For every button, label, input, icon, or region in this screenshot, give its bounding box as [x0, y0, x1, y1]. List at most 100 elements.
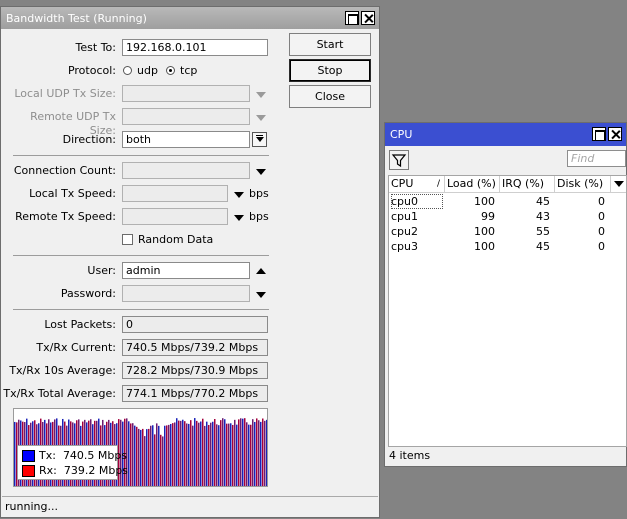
txrx-10s-average-value: 728.2 Mbps/730.9 Mbps [122, 362, 268, 379]
filter-button[interactable] [389, 150, 409, 170]
chevron-up-icon[interactable] [256, 268, 266, 274]
tx-legend-label: Tx: [39, 449, 56, 462]
graph-bar [160, 434, 162, 486]
remote-udp-tx-size-input[interactable] [122, 108, 250, 125]
graph-bar [150, 425, 152, 486]
graph-bar [242, 418, 244, 486]
graph-bar [144, 436, 146, 486]
bandwidth-test-titlebar[interactable]: Bandwidth Test (Running) [1, 7, 379, 29]
item-count: 4 items [389, 449, 431, 462]
graph-bar [230, 423, 232, 486]
graph-bar [260, 421, 262, 486]
stop-button[interactable]: Stop [289, 59, 371, 82]
local-tx-speed-input[interactable] [122, 185, 228, 202]
graph-bar [208, 424, 210, 486]
graph-bar [182, 419, 184, 486]
graph-bar [232, 424, 234, 486]
graph-bar [228, 423, 230, 486]
protocol-udp-radio[interactable] [123, 66, 132, 75]
cell-cpu: cpu3 [391, 240, 419, 253]
chevron-down-icon[interactable] [256, 92, 266, 98]
filter-icon [391, 154, 407, 168]
graph-bar [216, 424, 218, 486]
column-menu-button[interactable] [611, 176, 626, 192]
chevron-down-icon[interactable] [256, 115, 266, 121]
local-tx-speed-label: Local Tx Speed: [29, 187, 116, 200]
cell-load: 100 [474, 225, 495, 238]
test-to-label: Test To: [75, 41, 116, 54]
cpu-window: CPU Find CPU / Load (%) IRQ (%) Disk (%)… [384, 122, 627, 467]
table-row[interactable]: cpu2 100 55 0 [389, 224, 626, 239]
cell-load: 100 [474, 240, 495, 253]
table-header: CPU / Load (%) IRQ (%) Disk (%) [389, 176, 626, 193]
graph-bar [156, 423, 158, 486]
graph-bar [264, 420, 266, 486]
column-header-disk[interactable]: Disk (%) [555, 176, 611, 192]
table-row[interactable]: cpu0 100 45 0 [389, 194, 626, 209]
window-title: CPU [390, 128, 413, 141]
cell-irq: 43 [536, 210, 550, 223]
table-row[interactable]: cpu1 99 43 0 [389, 209, 626, 224]
lost-packets-value: 0 [122, 316, 268, 333]
start-button[interactable]: Start [289, 33, 371, 56]
tx-legend-text: Tx: 740.5 Mbps [39, 449, 127, 463]
lost-packets-label: Lost Packets: [44, 318, 116, 331]
graph-bar [142, 428, 144, 486]
graph-bar [184, 421, 186, 486]
chevron-down-icon[interactable] [234, 192, 244, 198]
graph-bar [236, 424, 238, 486]
graph-bar [250, 424, 252, 486]
graph-bar [222, 418, 224, 486]
chevron-down-icon[interactable] [256, 169, 266, 175]
close-icon[interactable] [608, 127, 622, 141]
graph-bar [136, 426, 138, 486]
protocol-tcp-label: tcp [180, 64, 198, 77]
user-input[interactable]: admin [122, 262, 250, 279]
cell-disk: 0 [598, 195, 605, 208]
local-udp-tx-size-input[interactable] [122, 85, 250, 102]
graph-bar [262, 418, 264, 486]
graph-bar [178, 420, 180, 486]
graph-bar [198, 422, 200, 486]
direction-select[interactable]: both [122, 131, 250, 148]
close-button[interactable]: Close [289, 85, 371, 108]
graph-bar [258, 420, 260, 486]
graph-bar [158, 425, 160, 486]
graph-bar [146, 429, 148, 486]
protocol-tcp-radio[interactable] [166, 66, 175, 75]
dropdown-button-icon[interactable] [252, 132, 267, 147]
graph-bar [180, 420, 182, 486]
column-header-load[interactable]: Load (%) [445, 176, 500, 192]
table-row[interactable]: cpu3 100 45 0 [389, 239, 626, 254]
graph-bar [192, 425, 194, 486]
chevron-down-icon[interactable] [234, 215, 244, 221]
remote-tx-speed-input[interactable] [122, 208, 228, 225]
graph-bar [246, 422, 248, 486]
graph-bar [140, 429, 142, 486]
graph-bar [134, 425, 136, 486]
maximize-icon[interactable] [345, 11, 359, 25]
graph-bar [166, 425, 168, 486]
cell-cpu: cpu0 [391, 194, 443, 209]
column-header-irq[interactable]: IRQ (%) [500, 176, 555, 192]
connection-count-input[interactable] [122, 162, 250, 179]
chevron-down-icon[interactable] [256, 292, 266, 298]
test-to-input[interactable]: 192.168.0.101 [122, 39, 268, 56]
protocol-udp-label: udp [137, 64, 158, 77]
cell-cpu: cpu2 [391, 225, 419, 238]
find-input[interactable]: Find [567, 150, 626, 167]
close-icon[interactable] [361, 11, 375, 25]
graph-bar [174, 422, 176, 486]
cpu-table: CPU / Load (%) IRQ (%) Disk (%) cpu0 100 4… [388, 175, 627, 447]
cpu-titlebar[interactable]: CPU [385, 123, 626, 146]
random-data-checkbox[interactable] [122, 234, 133, 245]
tx-legend-swatch [22, 450, 35, 462]
user-label: User: [87, 264, 116, 277]
maximize-icon[interactable] [592, 127, 606, 141]
column-header-cpu[interactable]: CPU / [389, 176, 445, 192]
tx-legend-value: 740.5 Mbps [62, 449, 128, 462]
graph-bar [210, 422, 212, 486]
graph-bar [190, 420, 192, 486]
password-input[interactable] [122, 285, 250, 302]
graph-bar [224, 419, 226, 486]
